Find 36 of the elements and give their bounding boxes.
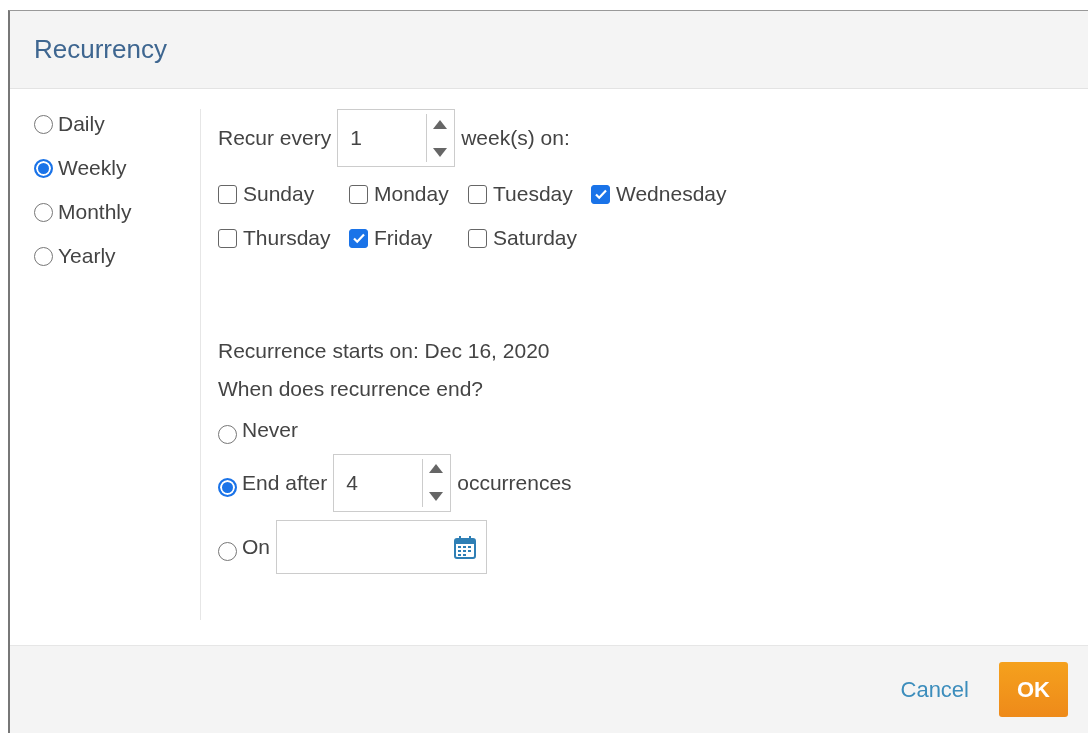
day-label: Thursday xyxy=(243,225,331,252)
checkbox[interactable] xyxy=(349,228,368,248)
start-date-text: Recurrence starts on: Dec 16, 2020 xyxy=(218,338,551,364)
calendar-icon[interactable] xyxy=(454,534,476,559)
radio-button[interactable] xyxy=(34,114,53,134)
checkbox[interactable] xyxy=(468,184,487,204)
option-label: Daily xyxy=(58,111,105,138)
option-label: Never xyxy=(242,417,299,443)
option-label: Weekly xyxy=(58,155,127,182)
day-label: Saturday xyxy=(493,225,578,252)
field-label: occurrences xyxy=(457,469,572,496)
day-label: Wednesday xyxy=(616,181,727,208)
dialog-title: Recurrency xyxy=(34,33,167,66)
end-question: When does recurrence end? xyxy=(218,375,484,402)
day-label: Monday xyxy=(374,181,449,208)
option-label: On xyxy=(242,533,270,560)
radio-button[interactable] xyxy=(218,478,237,497)
field-label: Recur every xyxy=(218,125,332,152)
checkbox[interactable] xyxy=(591,184,610,204)
checkbox[interactable] xyxy=(349,184,368,204)
day-label: Tuesday xyxy=(493,181,573,208)
radio-button[interactable] xyxy=(218,425,237,445)
date-field[interactable] xyxy=(276,519,487,574)
radio-button[interactable] xyxy=(218,542,237,561)
option-label: Yearly xyxy=(58,243,116,270)
option-label: End after xyxy=(242,469,328,496)
option-label: Monthly xyxy=(58,199,132,226)
radio-button[interactable] xyxy=(34,202,53,222)
radio-button[interactable] xyxy=(34,158,53,178)
field-label: week(s) on: xyxy=(461,125,570,152)
radio-button[interactable] xyxy=(34,246,53,266)
checkbox[interactable] xyxy=(218,184,237,204)
day-label: Friday xyxy=(374,225,433,252)
checkbox[interactable] xyxy=(468,228,487,248)
day-label: Sunday xyxy=(243,181,315,208)
checkbox[interactable] xyxy=(218,228,237,248)
